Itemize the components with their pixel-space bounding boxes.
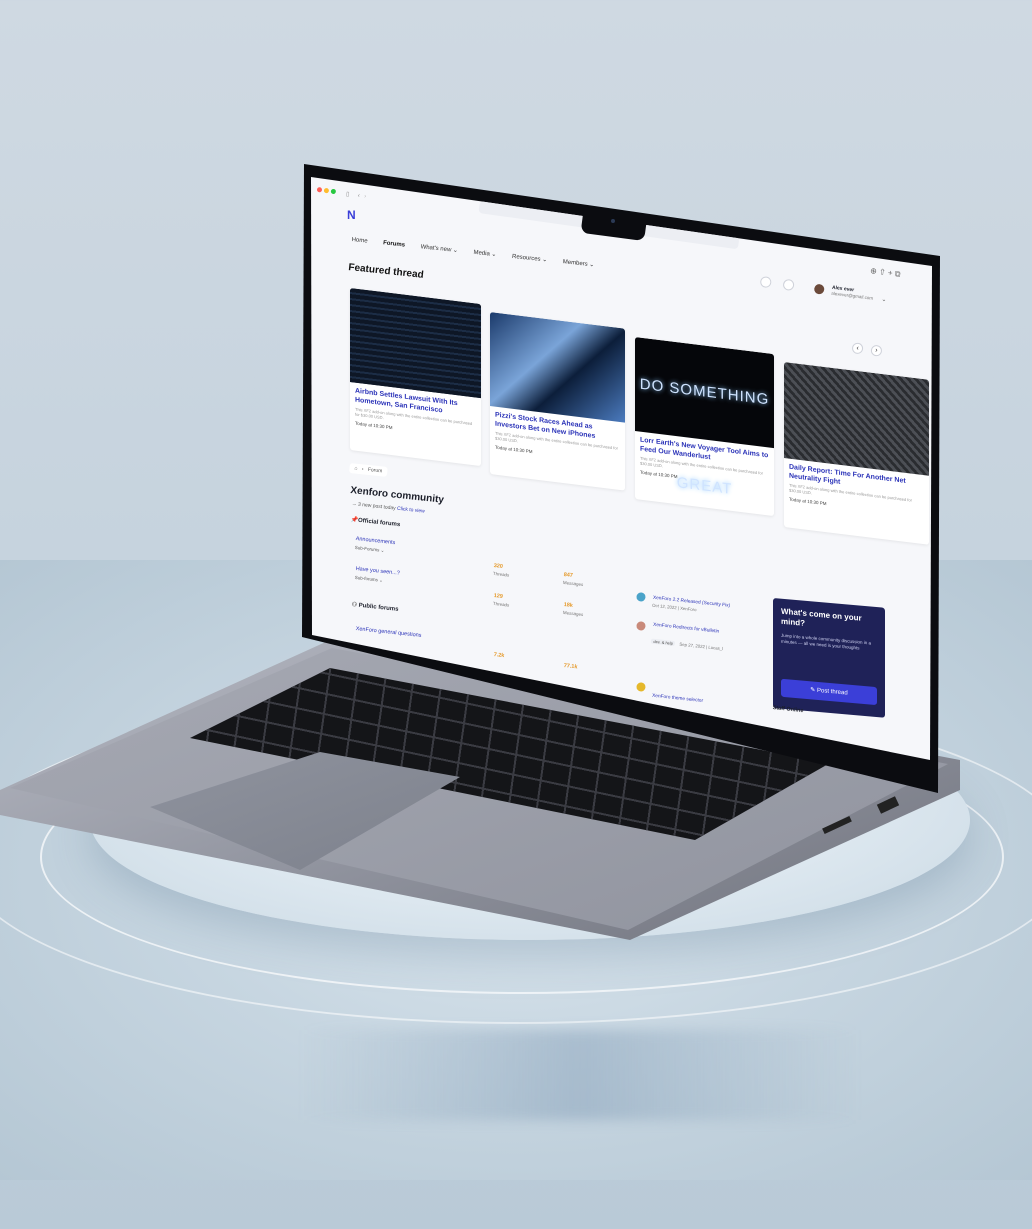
share-icon[interactable]: ⇧ bbox=[878, 267, 886, 277]
messages-count: 18k bbox=[563, 602, 574, 609]
back-icon[interactable]: ‹ bbox=[357, 193, 360, 199]
forum-messages-stat: 847 Messages bbox=[563, 572, 585, 587]
messages-count: 77.1k bbox=[563, 663, 578, 671]
edit-icon: ✎ bbox=[810, 687, 816, 694]
breadcrumb-current[interactable]: Forum bbox=[368, 467, 383, 474]
card-image bbox=[490, 312, 625, 423]
site-logo[interactable]: N bbox=[347, 208, 356, 222]
threads-count: 7.2k bbox=[493, 652, 505, 660]
prev-arrow-icon[interactable]: ‹ bbox=[851, 342, 864, 355]
latest-post[interactable]: XenForo Redirects for vBulletin dev. & h… bbox=[634, 621, 725, 655]
latest-title[interactable]: XenForo theme selector bbox=[652, 694, 703, 704]
camera bbox=[611, 219, 615, 223]
public-forums-heading: ⚇ Public forums bbox=[351, 601, 399, 613]
latest-post[interactable]: XenForo 2.2 Released (Security Fix) Oct … bbox=[635, 592, 730, 620]
post-thread-button[interactable]: ✎ Post thread bbox=[781, 678, 877, 706]
next-arrow-icon[interactable]: › bbox=[870, 344, 883, 357]
nav-home[interactable]: Home bbox=[351, 237, 368, 245]
official-forums-heading: 📌Official forums bbox=[350, 516, 401, 529]
forum-messages-stat: 18k Messages bbox=[563, 602, 585, 617]
nav-members[interactable]: Members ⌄ bbox=[562, 259, 594, 268]
user-menu[interactable]: Alex ever alexever@gmail.com ⌄ bbox=[813, 280, 888, 307]
nav-media[interactable]: Media ⌄ bbox=[473, 250, 497, 258]
card-image: DO SOMETHING GREAT bbox=[635, 337, 774, 498]
breadcrumb-separator: › bbox=[361, 466, 364, 473]
nav-whats-new[interactable]: What's new ⌄ bbox=[420, 244, 458, 254]
maximize-dot[interactable] bbox=[330, 188, 337, 195]
home-icon[interactable]: ⌂ bbox=[354, 466, 358, 472]
featured-card[interactable]: DO SOMETHING GREAT Lorr Earth's New Voya… bbox=[635, 337, 774, 517]
card-image bbox=[784, 362, 929, 476]
avatar bbox=[636, 682, 646, 692]
card-image bbox=[350, 288, 481, 399]
download-icon[interactable]: ⊕ bbox=[870, 266, 878, 276]
messages-label: Messages bbox=[562, 579, 584, 588]
forum-row[interactable]: Announcements Sub-Forums ⌄ bbox=[354, 536, 753, 593]
forum-threads-stat: 320 Threads bbox=[493, 563, 511, 578]
forum-name[interactable]: XenForo general questions bbox=[355, 626, 421, 639]
featured-card[interactable]: Daily Report: Time For Another Net Neutr… bbox=[784, 362, 929, 545]
new-posts-text: → 3 new post today bbox=[351, 501, 396, 512]
threads-count: 129 bbox=[493, 593, 504, 600]
messages-icon[interactable] bbox=[759, 275, 772, 289]
subforums-toggle[interactable]: Sub-Forums ⌄ bbox=[354, 545, 752, 593]
messages-label: Messages bbox=[562, 609, 584, 618]
forward-icon[interactable]: › bbox=[364, 194, 367, 200]
carousel-controls: ‹ › bbox=[851, 342, 883, 357]
post-prompt-panel: What's come on your mind? Jump into a wh… bbox=[773, 598, 885, 718]
people-icon: ⚇ bbox=[351, 601, 358, 609]
forum-row[interactable]: Have you seen...? Sub-forums ⌄ bbox=[354, 566, 401, 586]
bell-icon[interactable] bbox=[782, 278, 796, 292]
avatar bbox=[636, 621, 646, 631]
community-subtitle: → 3 new post today Click to view bbox=[351, 501, 425, 515]
forum-name[interactable]: Announcements bbox=[355, 536, 753, 584]
minimize-dot[interactable] bbox=[323, 187, 330, 194]
close-dot[interactable] bbox=[316, 186, 323, 193]
nav-forums[interactable]: Forums bbox=[383, 240, 406, 248]
subforums-toggle[interactable]: Sub-forums ⌄ bbox=[354, 575, 399, 586]
new-tab-icon[interactable]: + bbox=[887, 268, 893, 278]
featured-card[interactable]: Pizzi's Stock Races Ahead as Investors B… bbox=[490, 312, 625, 491]
threads-label: Threads bbox=[492, 570, 510, 578]
avatar bbox=[813, 283, 825, 295]
view-link[interactable]: Click to view bbox=[397, 506, 425, 515]
reflection bbox=[300, 1030, 860, 1120]
main-nav: Home Forums What's new ⌄ Media ⌄ Resourc… bbox=[351, 236, 608, 270]
forum-threads-stat: 129 Threads bbox=[493, 593, 511, 608]
breadcrumb: ⌂ › Forum bbox=[348, 463, 388, 477]
chevron-down-icon: ⌄ bbox=[881, 296, 887, 304]
tabs-icon[interactable]: ⧉ bbox=[894, 269, 901, 279]
latest-meta: Sep 27, 2022 | Lucas_l bbox=[679, 641, 724, 652]
threads-count: 320 bbox=[493, 563, 504, 570]
featured-card[interactable]: Airbnb Settles Lawsuit With Its Hometown… bbox=[350, 288, 481, 467]
messages-count: 847 bbox=[563, 572, 574, 579]
sidebar-icon[interactable]: ▯ bbox=[346, 192, 350, 198]
browser-actions: ⊕ ⇧ + ⧉ bbox=[870, 266, 901, 280]
nav-resources[interactable]: Resources ⌄ bbox=[512, 254, 548, 264]
tag-badge: dev. & help bbox=[651, 638, 676, 647]
threads-label: Threads bbox=[492, 600, 510, 608]
avatar bbox=[636, 592, 646, 602]
header-actions bbox=[759, 274, 796, 296]
featured-heading: Featured thread bbox=[347, 262, 425, 281]
